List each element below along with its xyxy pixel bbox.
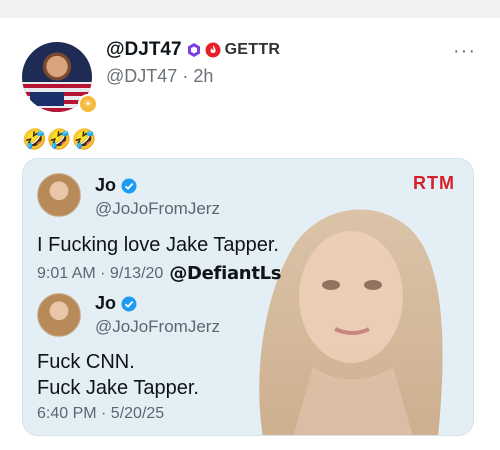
post-text: 🤣🤣🤣 bbox=[22, 129, 97, 151]
quoted-name: Jo bbox=[95, 175, 117, 195]
post-card[interactable]: ☀ @DJT47 GETTR @DJT47 · 2h ··· 🤣🤣🤣 RTM J… bbox=[0, 18, 500, 450]
post-age[interactable]: 2h bbox=[193, 66, 213, 86]
woman-photo bbox=[259, 209, 443, 435]
author-handle[interactable]: @DJT47 bbox=[106, 66, 177, 86]
flame-icon bbox=[205, 42, 221, 58]
embedded-media[interactable]: RTM Jo @JoJoFromJerz I Fucking love Jake… bbox=[22, 158, 474, 436]
avatar-flag-canton bbox=[30, 92, 64, 106]
verified-check-icon bbox=[121, 178, 137, 193]
quoted-name-row: Jo bbox=[95, 175, 137, 196]
rtm-logo: RTM bbox=[413, 173, 455, 193]
quoted-name-row: Jo bbox=[95, 293, 137, 314]
top-divider-strip bbox=[0, 0, 500, 18]
meta-separator: · bbox=[182, 66, 189, 86]
avatar-badge-icon: ☀ bbox=[78, 94, 98, 114]
quoted-timestamp: 6:40 PM · 5/20/25 bbox=[37, 405, 165, 422]
quoted-handle: @JoJoFromJerz bbox=[95, 317, 220, 336]
author-row: @DJT47 GETTR bbox=[106, 38, 280, 62]
quoted-handle: @JoJoFromJerz bbox=[95, 199, 220, 218]
quoted-avatar bbox=[37, 173, 81, 217]
quoted-timestamp: 9:01 AM · 9/13/20 bbox=[37, 264, 164, 282]
credit-watermark: @DefiantLs bbox=[169, 263, 282, 284]
quoted-timestamp-row: 9:01 AM · 9/13/20 @DefiantLs bbox=[37, 263, 282, 284]
quoted-avatar bbox=[37, 293, 81, 337]
more-options-button[interactable]: ··· bbox=[453, 40, 476, 63]
hexagon-badge-icon bbox=[187, 43, 200, 57]
quoted-text: I Fucking love Jake Tapper. bbox=[37, 234, 279, 256]
verified-check-icon bbox=[121, 296, 137, 311]
author-display-name[interactable]: @DJT47 bbox=[106, 39, 182, 61]
quoted-text: Fuck CNN. Fuck Jake Tapper. bbox=[37, 351, 199, 399]
quoted-name: Jo bbox=[95, 293, 117, 313]
author-meta: @DJT47 · 2h bbox=[106, 66, 213, 87]
platform-name: GETTR bbox=[224, 41, 281, 58]
